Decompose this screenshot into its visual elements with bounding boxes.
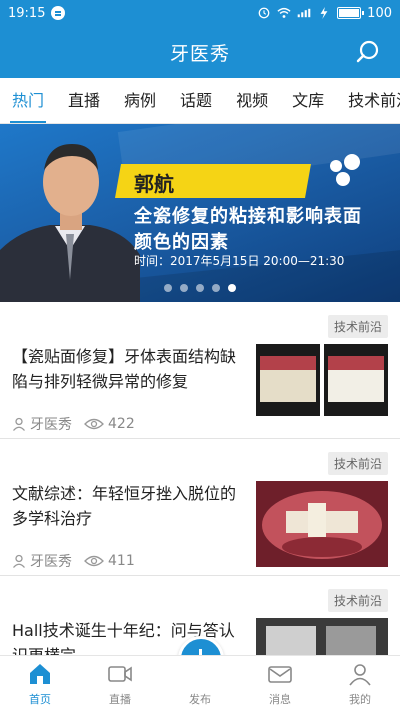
view-count: 411 bbox=[108, 553, 135, 569]
article-meta: 牙医秀 422 bbox=[12, 414, 135, 434]
tab-live[interactable]: 直播 bbox=[56, 78, 112, 123]
carousel-indicator bbox=[0, 284, 400, 292]
category-tag: 技术前沿 bbox=[327, 589, 388, 612]
tab-topics[interactable]: 话题 bbox=[168, 78, 224, 123]
view-count: 422 bbox=[108, 416, 135, 432]
tab-hot[interactable]: 热门 bbox=[0, 78, 56, 123]
nav-home[interactable]: 首页 bbox=[0, 656, 80, 711]
tab-tech-frontier[interactable]: 技术前沿 bbox=[336, 78, 400, 123]
category-tabs: 热门 直播 病例 话题 视频 文库 技术前沿 bbox=[0, 78, 400, 124]
nav-label: 消息 bbox=[269, 693, 291, 706]
speaker-name: 郭航 bbox=[134, 172, 174, 196]
article-card[interactable]: 技术前沿 文献综述：年轻恒牙挫入脱位的多学科治疗 牙医秀 411 bbox=[0, 439, 400, 576]
nav-messages[interactable]: 消息 bbox=[240, 656, 320, 711]
category-tag: 技术前沿 bbox=[327, 452, 388, 475]
carousel-dot[interactable] bbox=[212, 284, 220, 292]
bottom-navigation: 首页 直播 发布 消息 我的 bbox=[0, 655, 400, 711]
status-bar: 19:15 100 bbox=[0, 0, 400, 26]
brand-logo bbox=[330, 154, 370, 190]
battery-level: 100 bbox=[367, 5, 392, 21]
person-icon bbox=[349, 664, 371, 686]
video-camera-icon bbox=[108, 666, 132, 682]
app-bar: 牙医秀 bbox=[0, 26, 400, 78]
article-title: 【瓷贴面修复】牙体表面结构缺陷与排列轻微异常的修复 bbox=[12, 347, 237, 391]
home-icon bbox=[30, 664, 50, 684]
chat-icon bbox=[51, 6, 66, 20]
battery-icon bbox=[337, 7, 365, 19]
eye-icon bbox=[84, 418, 104, 430]
eye-icon bbox=[84, 555, 104, 567]
banner-time: 时间：2017年5月15日 20:00—21:30 bbox=[134, 254, 345, 268]
nav-label: 直播 bbox=[109, 693, 131, 706]
person-icon bbox=[13, 417, 25, 431]
carousel-dot[interactable] bbox=[196, 284, 204, 292]
speaker-photo bbox=[0, 144, 140, 302]
article-thumbnail bbox=[256, 481, 388, 567]
article-meta: 牙医秀 411 bbox=[12, 551, 135, 571]
mail-icon bbox=[268, 666, 292, 683]
article-title: 文献综述：年轻恒牙挫入脱位的多学科治疗 bbox=[12, 484, 237, 528]
carousel-dot-active[interactable] bbox=[228, 284, 236, 292]
tab-library[interactable]: 文库 bbox=[280, 78, 336, 123]
article-thumbnail bbox=[256, 344, 388, 430]
search-icon[interactable] bbox=[354, 38, 382, 66]
carousel-dot[interactable] bbox=[180, 284, 188, 292]
carousel-dot[interactable] bbox=[164, 284, 172, 292]
status-time: 19:15 bbox=[8, 5, 46, 21]
tab-videos[interactable]: 视频 bbox=[224, 78, 280, 123]
signal-icon bbox=[297, 8, 311, 18]
nav-label: 发布 bbox=[189, 693, 211, 706]
nav-label: 首页 bbox=[29, 693, 51, 706]
charging-icon bbox=[320, 7, 328, 19]
banner-carousel[interactable]: 郭航 全瓷修复的粘接和影响表面 颜色的因素 时间：2017年5月15日 20:0… bbox=[0, 124, 400, 302]
article-author: 牙医秀 bbox=[30, 554, 72, 570]
tab-cases[interactable]: 病例 bbox=[112, 78, 168, 123]
nav-profile[interactable]: 我的 bbox=[320, 656, 400, 711]
category-tag: 技术前沿 bbox=[327, 315, 388, 338]
nav-publish[interactable]: 发布 bbox=[160, 656, 240, 711]
wifi-icon bbox=[277, 7, 291, 18]
alarm-icon bbox=[258, 7, 270, 19]
nav-label: 我的 bbox=[349, 693, 371, 706]
banner-title: 全瓷修复的粘接和影响表面 bbox=[134, 206, 362, 227]
app-title: 牙医秀 bbox=[169, 42, 230, 65]
person-icon bbox=[13, 554, 25, 568]
banner-subtitle: 颜色的因素 bbox=[134, 232, 229, 253]
article-card[interactable]: 技术前沿 【瓷贴面修复】牙体表面结构缺陷与排列轻微异常的修复 牙医秀 422 bbox=[0, 302, 400, 439]
nav-live[interactable]: 直播 bbox=[80, 656, 160, 711]
article-author: 牙医秀 bbox=[30, 417, 72, 433]
